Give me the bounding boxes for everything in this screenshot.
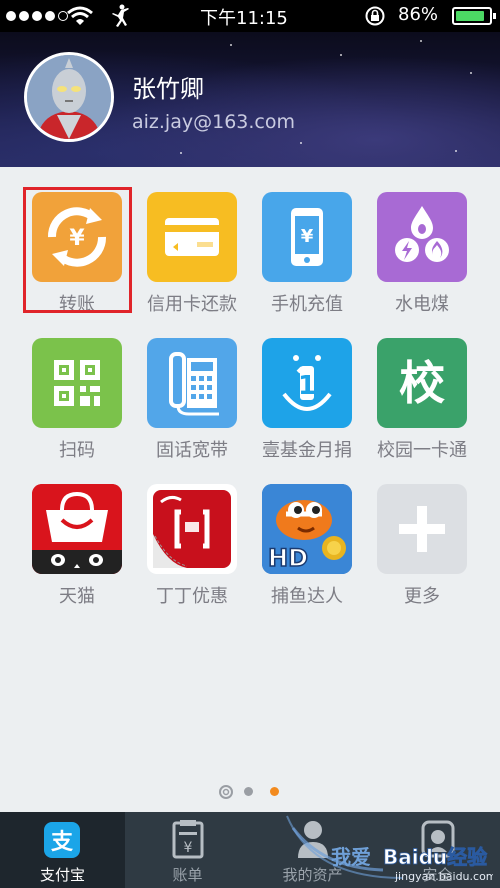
utilities-icon bbox=[395, 206, 449, 262]
charity-icon: 1 bbox=[282, 355, 332, 411]
fishing-game-label: 捕鱼达人 bbox=[271, 586, 343, 607]
tab-alipay-label: 支付宝 bbox=[39, 866, 85, 884]
pager-search-icon[interactable] bbox=[218, 784, 234, 800]
page-dot[interactable] bbox=[244, 787, 253, 796]
tab-alipay[interactable]: 支 支付宝 bbox=[0, 812, 125, 888]
dingding-tile[interactable] bbox=[147, 484, 237, 574]
dingding-label: 丁丁优惠 bbox=[156, 586, 228, 607]
wifi-icon bbox=[67, 6, 93, 25]
landline-tile[interactable] bbox=[147, 338, 237, 428]
alipay-icon: 支 bbox=[44, 822, 80, 858]
fishing-game-icon: HD bbox=[262, 484, 352, 574]
avatar[interactable] bbox=[24, 52, 114, 142]
campus-card-icon: 校 bbox=[399, 356, 445, 410]
tmall-icon bbox=[32, 484, 122, 574]
user-email: aiz.jay@163.com bbox=[132, 111, 295, 133]
dingding-icon bbox=[153, 490, 231, 568]
plus-icon bbox=[399, 506, 445, 552]
svg-text:jingyan.baidu.com: jingyan.baidu.com bbox=[394, 870, 493, 883]
tab-bill-label: 账单 bbox=[172, 866, 203, 884]
svg-text:¥: ¥ bbox=[184, 840, 193, 856]
hd-badge: HD bbox=[268, 544, 308, 572]
credit-card-icon bbox=[165, 218, 219, 256]
tmall-tile[interactable] bbox=[32, 484, 122, 574]
phone-topup-tile[interactable]: ¥ bbox=[262, 192, 352, 282]
battery-percent: 86% bbox=[398, 4, 439, 25]
svg-text:支: 支 bbox=[51, 830, 74, 855]
jordan-logo-icon bbox=[112, 4, 129, 27]
charity-tile[interactable]: 1 bbox=[262, 338, 352, 428]
utilities-tile[interactable] bbox=[377, 192, 467, 282]
rotation-lock-icon bbox=[365, 6, 385, 26]
campus-card-label: 校园一卡通 bbox=[377, 440, 467, 461]
page-dot-active[interactable] bbox=[270, 787, 279, 796]
profile-header[interactable]: 张竹卿 aiz.jay@163.com bbox=[0, 32, 500, 167]
qr-code-icon bbox=[54, 360, 100, 406]
user-name: 张竹卿 bbox=[132, 75, 204, 103]
svg-text:我爱: 我爱 bbox=[331, 845, 371, 869]
tab-bill[interactable]: ¥ 账单 bbox=[125, 812, 250, 888]
credit-card-tile[interactable] bbox=[147, 192, 237, 282]
campus-card-tile[interactable]: 校 bbox=[377, 338, 467, 428]
qr-code-tile[interactable] bbox=[32, 338, 122, 428]
selection-highlight bbox=[23, 187, 132, 313]
phone-topup-icon: ¥ bbox=[291, 208, 323, 266]
svg-text:¥: ¥ bbox=[301, 226, 314, 247]
fishing-game-tile[interactable]: HD bbox=[262, 484, 352, 574]
charity-label: 壹基金月捐 bbox=[262, 440, 352, 461]
battery-icon bbox=[452, 7, 496, 25]
svg-text:Baidu经验: Baidu经验 bbox=[383, 845, 487, 869]
status-bar: 下午11:15 86% bbox=[0, 0, 500, 32]
landline-icon bbox=[169, 352, 219, 416]
phone-topup-label: 手机充值 bbox=[271, 294, 343, 315]
landline-label: 固话宽带 bbox=[156, 440, 228, 461]
baidu-jingyan-watermark: 我爱 Baidu经验 jingyan.baidu.com bbox=[286, 815, 493, 883]
svg-text:1: 1 bbox=[298, 371, 316, 401]
status-time: 下午11:15 bbox=[200, 8, 288, 29]
more-label: 更多 bbox=[404, 586, 440, 607]
credit-card-label: 信用卡还款 bbox=[147, 294, 237, 315]
bill-icon: ¥ bbox=[172, 820, 204, 859]
utilities-label: 水电煤 bbox=[395, 294, 449, 315]
tmall-label: 天猫 bbox=[59, 586, 95, 607]
more-tile[interactable] bbox=[377, 484, 467, 574]
signal-strength-icon bbox=[6, 11, 68, 21]
qr-code-label: 扫码 bbox=[59, 440, 95, 461]
